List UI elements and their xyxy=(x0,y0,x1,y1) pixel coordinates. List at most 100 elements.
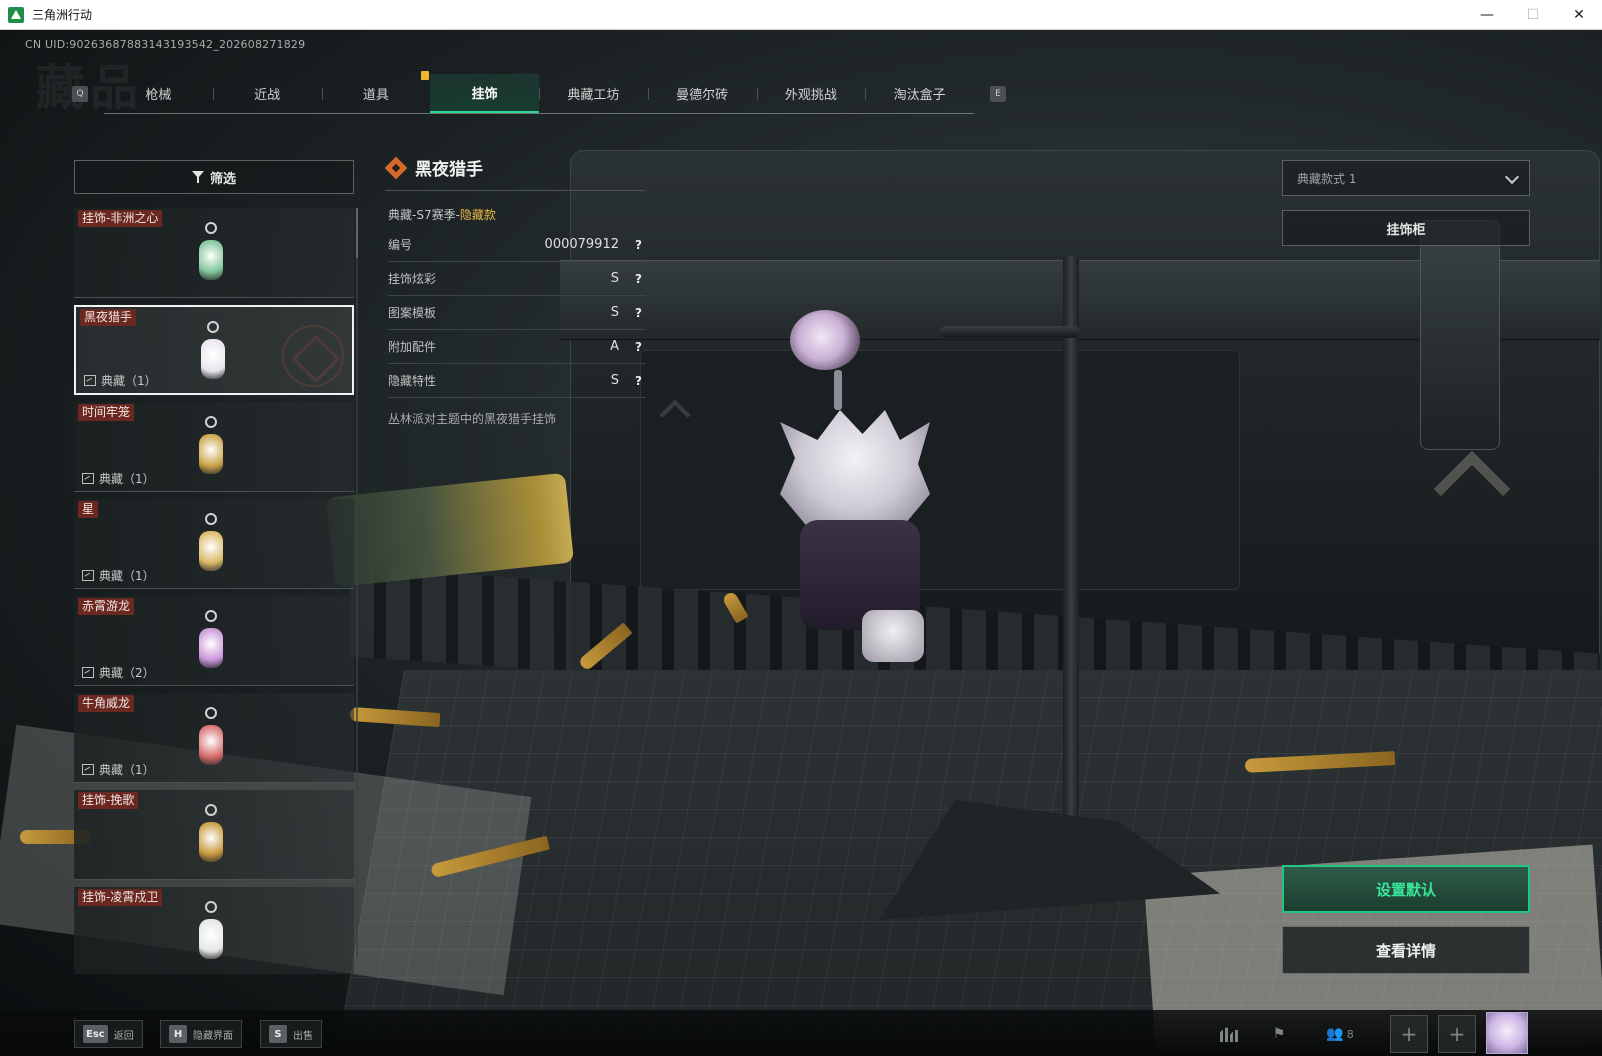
user-uid: CN UID:9026368788314319354​2_20260827182… xyxy=(25,38,306,51)
prev-tab-key[interactable]: Q xyxy=(72,86,88,102)
detail-description: 丛林派对主题中的黑夜猎手挂饰 xyxy=(388,412,557,426)
help-icon[interactable]: ? xyxy=(631,305,646,320)
tab-5[interactable]: 曼德尔砖 xyxy=(647,74,757,113)
tab-6[interactable]: 外观挑战 xyxy=(756,74,866,113)
set-default-button[interactable]: 设置默认 xyxy=(1282,865,1530,913)
next-tab-key[interactable]: E xyxy=(990,86,1006,102)
friends-icon: 👥 xyxy=(1326,1026,1344,1042)
crate-latch xyxy=(1420,220,1500,450)
charm-ring-icon xyxy=(205,804,217,816)
sell-hint[interactable]: S 出售 xyxy=(260,1020,322,1048)
charm-head xyxy=(780,410,930,530)
close-button[interactable]: ✕ xyxy=(1556,0,1602,30)
charm-thumb-body xyxy=(199,822,223,862)
variant-select[interactable]: 典藏款式 1 xyxy=(1282,160,1530,196)
charm-ring-icon xyxy=(205,901,217,913)
friends-button[interactable]: 👥 8 xyxy=(1318,1015,1362,1053)
image-icon xyxy=(82,667,94,678)
window-titlebar: 三角洲行动 — ☐ ✕ xyxy=(0,0,1602,30)
attribute-value: S xyxy=(610,373,619,388)
charm-thumb-body xyxy=(199,531,223,571)
attribute-label: 附加配件 xyxy=(388,340,437,354)
charm-list-item[interactable]: 黑夜猎手 典藏（1） xyxy=(74,305,354,395)
charm-list-item[interactable]: 赤霄游龙 典藏（2） xyxy=(74,596,354,686)
charm-list-item[interactable]: 挂饰-凌霄戍卫 xyxy=(74,887,354,974)
attribute-row: 图案模板 S? xyxy=(388,296,646,330)
window-controls: — ☐ ✕ xyxy=(1464,0,1602,30)
hide-ui-hint[interactable]: H 隐藏界面 xyxy=(160,1020,242,1048)
charm-name-label: 牛角威龙 xyxy=(78,695,135,712)
charm-thumb-body xyxy=(199,919,223,959)
tab-1[interactable]: 近战 xyxy=(212,74,322,113)
charm-ring-icon xyxy=(205,222,217,234)
tab-2[interactable]: 道具 xyxy=(321,74,431,113)
charm-thumb-body xyxy=(199,628,223,668)
list-scrollbar[interactable] xyxy=(356,208,358,958)
avatar[interactable] xyxy=(1486,1012,1528,1054)
attribute-row: 附加配件 A? xyxy=(388,330,646,364)
add-slot-button[interactable]: + xyxy=(1390,1015,1428,1053)
charm-name-label: 挂饰-凌霄戍卫 xyxy=(78,889,163,906)
charm-list-item[interactable]: 星典藏（1） xyxy=(74,499,354,589)
chevron-down-icon xyxy=(1504,169,1520,185)
charm-thumbnail xyxy=(196,707,226,771)
flag-button[interactable]: ⚑ xyxy=(1260,1015,1298,1053)
app-logo-icon xyxy=(8,6,24,23)
tab-0[interactable]: 枪械 xyxy=(104,74,213,113)
charm-thumbnail xyxy=(198,321,228,385)
back-hint[interactable]: Esc 返回 xyxy=(74,1020,143,1048)
charm-list-item[interactable]: 时间牢笼 典藏（1） xyxy=(74,402,354,492)
tab-7[interactable]: 淘汰盒子 xyxy=(865,74,974,113)
attribute-label: 图案模板 xyxy=(388,306,437,320)
help-icon[interactable]: ? xyxy=(631,237,646,252)
charm-list-item[interactable]: 挂饰-挽歌 xyxy=(74,790,354,880)
bar-chart-icon xyxy=(1220,1027,1238,1042)
hint-label: 返回 xyxy=(113,1030,134,1042)
charm-cabinet-button[interactable]: 挂饰柜 xyxy=(1282,210,1530,246)
charm-model[interactable] xyxy=(770,290,960,680)
window-title: 三角洲行动 xyxy=(32,8,93,22)
season-highlight: 隐藏款 xyxy=(459,208,496,222)
hint-label: 出售 xyxy=(293,1030,313,1042)
charm-ring-icon xyxy=(205,416,217,428)
charm-thumbnail xyxy=(196,222,226,286)
rarity-diamond-icon xyxy=(385,157,407,179)
collection-tag-label: 典藏（1） xyxy=(99,569,155,583)
divider xyxy=(385,190,645,191)
attribute-row: 隐藏特性 S? xyxy=(388,364,646,398)
esc-keycap: Esc xyxy=(83,1025,108,1043)
tab-4[interactable]: 典藏工坊 xyxy=(539,74,648,113)
image-icon xyxy=(82,764,94,775)
maximize-button[interactable]: ☐ xyxy=(1510,0,1556,30)
attribute-value: 000079912 xyxy=(544,237,619,252)
charm-name-label: 挂饰-非洲之心 xyxy=(78,210,163,227)
s-keycap: S xyxy=(269,1025,287,1043)
variant-select-value: 典藏款式 1 xyxy=(1297,171,1357,186)
image-icon xyxy=(82,473,94,484)
detail-title: 黑夜猎手 xyxy=(415,160,483,180)
attribute-row: 编号 000079912? xyxy=(388,228,646,262)
charm-list-item[interactable]: 牛角威龙典藏（1） xyxy=(74,693,354,783)
filter-button[interactable]: 筛选 xyxy=(74,160,354,194)
tab-3[interactable]: 挂饰 xyxy=(430,74,539,113)
collection-tag: 典藏（1） xyxy=(82,761,155,778)
view-details-button[interactable]: 查看详情 xyxy=(1282,926,1530,974)
charm-ring-icon xyxy=(207,321,219,333)
help-icon[interactable]: ? xyxy=(631,373,646,388)
charm-thumbnail xyxy=(196,513,226,577)
charm-thumb-body xyxy=(199,434,223,474)
help-icon[interactable]: ? xyxy=(631,271,646,286)
attribute-row: 挂饰炫彩 S? xyxy=(388,262,646,296)
help-icon[interactable]: ? xyxy=(631,339,646,354)
filter-label: 筛选 xyxy=(209,171,236,187)
charm-rose xyxy=(790,310,860,370)
add-slot-button[interactable]: + xyxy=(1438,1015,1476,1053)
attribute-label: 隐藏特性 xyxy=(388,374,437,388)
charm-thumbnail xyxy=(196,901,226,965)
minimize-button[interactable]: — xyxy=(1464,0,1510,30)
charm-name-label: 星 xyxy=(78,501,99,518)
stats-button[interactable] xyxy=(1210,1015,1248,1053)
charm-list-item[interactable]: 挂饰-非洲之心 xyxy=(74,208,354,298)
collection-tag: 典藏（1） xyxy=(84,372,157,389)
canister-prop xyxy=(325,472,575,588)
